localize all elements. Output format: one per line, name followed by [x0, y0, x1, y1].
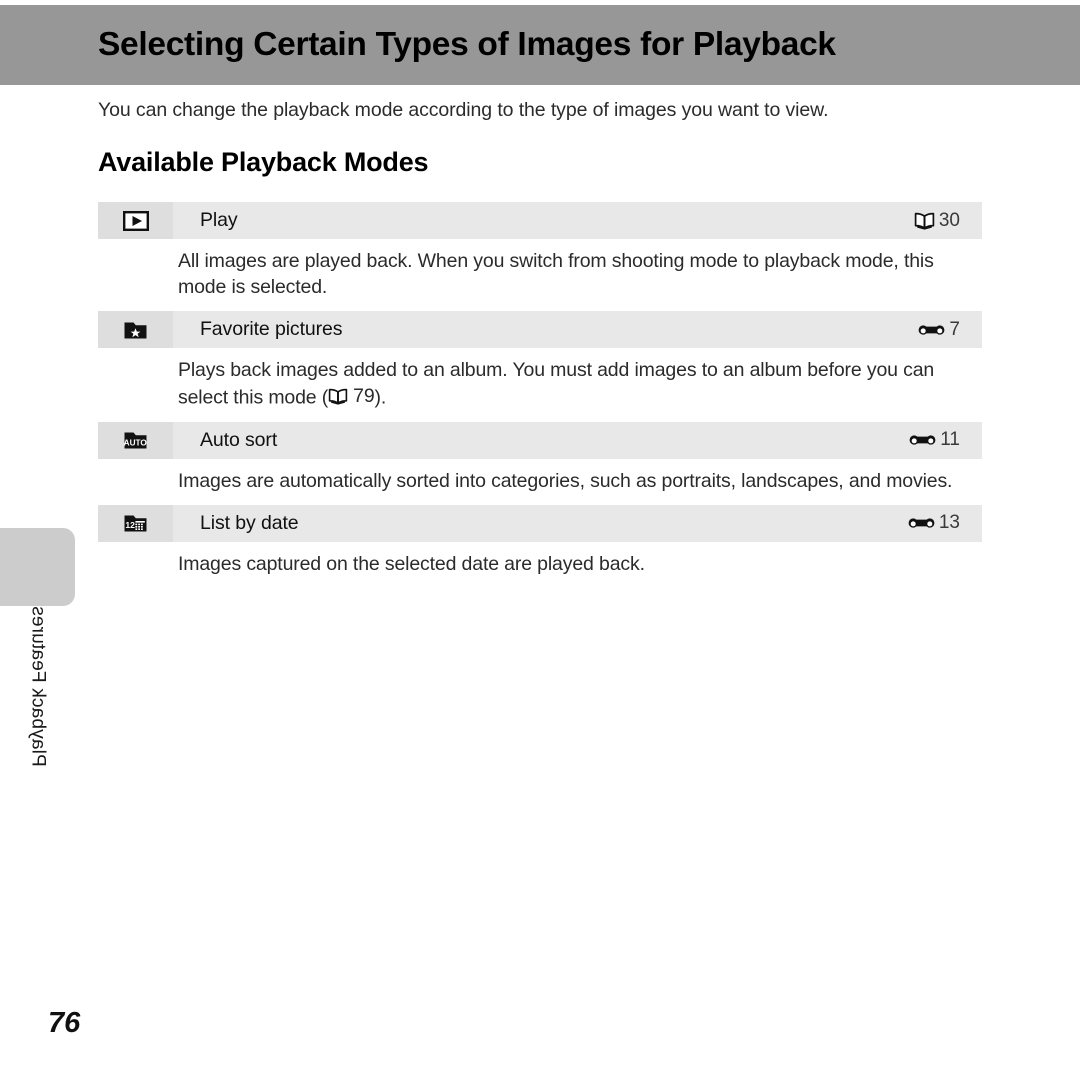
table-row: AUTO Auto sort 11 Images are automatical…	[98, 421, 982, 505]
table-row-header: Favorite pictures 7	[98, 311, 982, 348]
auto-sort-folder-icon: AUTO	[123, 429, 148, 451]
table-row: Favorite pictures 7 Plays back images ad…	[98, 311, 982, 422]
reference-section-icon	[908, 515, 935, 531]
mode-page-number: 7	[949, 318, 960, 340]
mode-description: Images are automatically sorted into cat…	[98, 458, 982, 505]
table-row-header: 12 List by date 13	[98, 504, 982, 542]
page-title: Selecting Certain Types of Images for Pl…	[98, 26, 836, 63]
open-book-icon	[328, 388, 348, 405]
favorite-folder-star-icon	[123, 319, 148, 341]
list-by-date-folder-icon: 12	[123, 512, 148, 534]
table-row-header: AUTO Auto sort 11	[98, 421, 982, 459]
mode-icon-cell	[98, 311, 173, 348]
mode-description-text-before: Plays back images added to an album. You…	[178, 359, 935, 409]
svg-text:AUTO: AUTO	[124, 438, 148, 447]
inline-page-reference: 79	[328, 383, 375, 409]
mode-page-reference: 7	[918, 319, 982, 341]
chapter-tab-marker	[0, 528, 75, 606]
chapter-tab-label-wrap: Playback Features	[0, 606, 75, 806]
mode-name: Auto sort	[200, 428, 278, 451]
reference-section-icon	[909, 432, 936, 448]
mode-description: All images are played back. When you swi…	[98, 239, 982, 311]
chapter-tab-label: Playback Features	[27, 606, 49, 767]
mode-icon-cell	[98, 202, 173, 239]
intro-paragraph: You can change the playback mode accordi…	[98, 99, 829, 121]
section-heading: Available Playback Modes	[98, 147, 429, 177]
mode-page-number: 30	[938, 209, 960, 231]
mode-name: List by date	[200, 511, 299, 534]
mode-page-reference: 13	[908, 512, 982, 534]
open-book-icon	[914, 212, 935, 230]
mode-icon-cell: AUTO	[98, 421, 173, 459]
table-row: 12 List by date 13 Images captured on th…	[98, 504, 982, 588]
inline-page-number: 79	[353, 385, 375, 407]
table-row: Play 30 All images are played back. When…	[98, 202, 982, 311]
mode-name: Favorite pictures	[200, 318, 343, 340]
table-row-header: Play 30	[98, 202, 982, 239]
mode-description: Images captured on the selected date are…	[98, 541, 982, 588]
mode-page-number: 11	[940, 429, 960, 450]
mode-page-reference: 11	[909, 429, 982, 451]
page-number: 76	[48, 1007, 81, 1039]
playback-modes-table: Play 30 All images are played back. When…	[98, 202, 982, 588]
reference-section-icon	[918, 322, 945, 338]
mode-name: Play	[200, 209, 238, 231]
mode-description: Plays back images added to an album. You…	[98, 348, 982, 422]
mode-page-reference: 30	[914, 210, 982, 232]
mode-icon-cell: 12	[98, 504, 173, 542]
play-button-icon	[122, 210, 149, 231]
mode-page-number: 13	[938, 512, 960, 533]
mode-description-text-after: ).	[374, 386, 387, 409]
page-header-band: Selecting Certain Types of Images for Pl…	[0, 5, 1080, 85]
svg-text:12: 12	[125, 520, 135, 530]
